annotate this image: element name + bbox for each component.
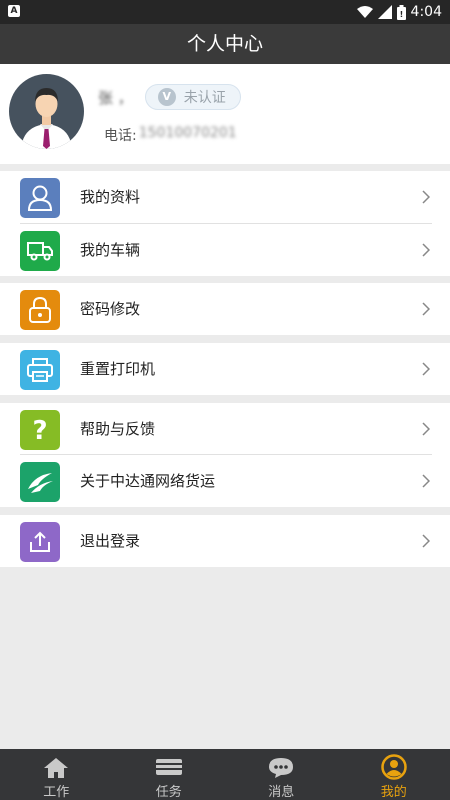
tab-label: 工作 bbox=[43, 785, 70, 800]
svg-text:?: ? bbox=[32, 416, 47, 444]
menu-item-label: 我的资料 bbox=[80, 188, 141, 206]
menu-group-logout: 退出登录 bbox=[0, 515, 450, 567]
question-icon: ? bbox=[20, 410, 60, 450]
menu-item-label: 帮助与反馈 bbox=[80, 420, 156, 438]
chat-icon bbox=[269, 758, 294, 778]
chevron-right-icon bbox=[422, 422, 430, 436]
logo-icon bbox=[20, 462, 60, 502]
menu-item-reset-printer[interactable]: 重置打印机 bbox=[0, 343, 450, 395]
logout-icon bbox=[20, 522, 60, 562]
page-title: 个人中心 bbox=[0, 24, 450, 64]
chevron-right-icon bbox=[422, 190, 430, 204]
menu-group-account: 我的资料 我的车辆 bbox=[0, 171, 450, 276]
menu-item-logout[interactable]: 退出登录 bbox=[0, 515, 450, 567]
signal-icon bbox=[377, 5, 392, 19]
tab-work[interactable]: 工作 bbox=[0, 749, 113, 800]
profile-phone-row: 电话: 15010070201 bbox=[104, 125, 237, 145]
status-bar: A ! 4:04 bbox=[0, 0, 450, 24]
user-icon bbox=[20, 178, 60, 218]
menu-group-password: 密码修改 bbox=[0, 283, 450, 335]
menu-group-printer: 重置打印机 bbox=[0, 343, 450, 395]
verification-badge[interactable]: V 未认证 bbox=[144, 84, 241, 110]
menu-item-my-vehicles[interactable]: 我的车辆 bbox=[0, 224, 450, 276]
bottom-tab-bar: 工作 任务 消息 我的 bbox=[0, 749, 450, 800]
status-time: 4:04 bbox=[410, 4, 442, 20]
tab-label: 消息 bbox=[268, 785, 295, 800]
profile-card[interactable]: 张 ， V 未认证 电话: 15010070201 bbox=[0, 64, 450, 164]
a-letter-icon: A bbox=[8, 5, 20, 17]
menu-item-label: 关于中达通网络货运 bbox=[80, 472, 216, 490]
menu-item-label: 重置打印机 bbox=[80, 360, 156, 378]
svg-text:!: ! bbox=[399, 10, 403, 19]
phone-label: 电话: bbox=[104, 128, 137, 144]
menu-item-my-profile[interactable]: 我的资料 bbox=[0, 171, 450, 223]
chevron-right-icon bbox=[422, 302, 430, 316]
battery-icon: ! bbox=[396, 4, 406, 20]
phone-value: 15010070201 bbox=[138, 125, 237, 141]
status-icons: ! 4:04 bbox=[356, 2, 442, 22]
chevron-right-icon bbox=[422, 362, 430, 376]
tab-mine[interactable]: 我的 bbox=[338, 749, 450, 800]
menu-item-label: 退出登录 bbox=[80, 532, 141, 550]
profile-name: 张 ， bbox=[98, 88, 133, 107]
tab-label: 我的 bbox=[380, 785, 407, 800]
truck-icon bbox=[20, 231, 60, 271]
chevron-right-icon bbox=[422, 534, 430, 548]
profile-name-row: 张 ， V 未认证 bbox=[98, 84, 241, 110]
menu-item-change-password[interactable]: 密码修改 bbox=[0, 283, 450, 335]
verification-status: 未认证 bbox=[183, 90, 226, 106]
home-icon bbox=[44, 758, 69, 778]
printer-icon bbox=[20, 350, 60, 390]
wallet-icon bbox=[155, 759, 182, 775]
menu-item-label: 密码修改 bbox=[80, 300, 141, 318]
menu-item-about[interactable]: 关于中达通网络货运 bbox=[0, 455, 450, 507]
avatar-person-icon bbox=[21, 88, 72, 149]
avatar[interactable] bbox=[9, 74, 84, 149]
tab-messages[interactable]: 消息 bbox=[225, 749, 338, 800]
menu-item-label: 我的车辆 bbox=[80, 241, 141, 259]
person-icon bbox=[381, 754, 407, 780]
verify-v-icon: V bbox=[157, 88, 176, 106]
menu-group-help: ? 帮助与反馈 关于中达通网络货运 bbox=[0, 403, 450, 507]
lock-icon bbox=[20, 290, 60, 330]
wifi-icon bbox=[356, 6, 373, 18]
tab-label: 任务 bbox=[155, 785, 182, 800]
tab-tasks[interactable]: 任务 bbox=[113, 749, 226, 800]
menu-item-help-feedback[interactable]: ? 帮助与反馈 bbox=[0, 403, 450, 455]
chevron-right-icon bbox=[422, 243, 430, 257]
chevron-right-icon bbox=[422, 474, 430, 488]
